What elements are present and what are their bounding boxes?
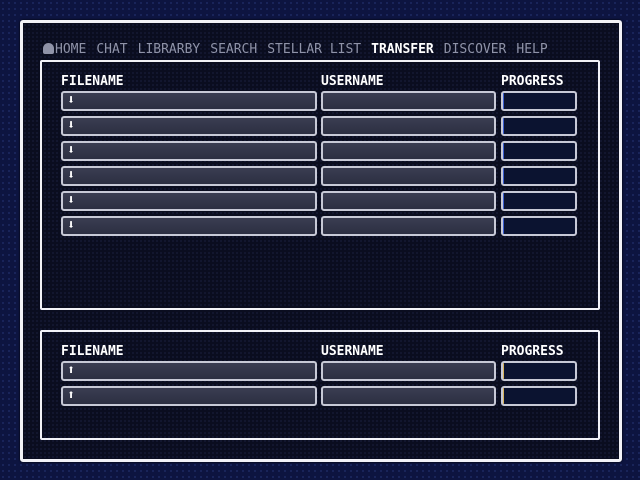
progress-bar [501,386,577,406]
arrow-up-icon: ⬆ [67,363,75,378]
filename-cell[interactable]: ⬇ [61,191,317,211]
username-cell[interactable] [321,216,496,236]
filename-cell[interactable]: ⬇ [61,116,317,136]
progress-fill [503,193,504,209]
menu-item-help[interactable]: HELP [516,42,547,57]
menu-item-discover[interactable]: DISCOVER [444,42,507,57]
menu-item-library[interactable]: LIBRARBY [138,42,201,57]
transfer-row[interactable]: ⬇ [61,166,579,186]
username-cell[interactable] [321,91,496,111]
transfer-row[interactable]: ⬆ [61,386,579,406]
progress-fill [503,143,504,159]
menu-item-search[interactable]: SEARCH [210,42,257,57]
progress-fill [503,93,504,109]
filename-cell[interactable]: ⬆ [61,361,317,381]
progress-bar [501,216,577,236]
filename-cell[interactable]: ⬇ [61,91,317,111]
arrow-down-icon: ⬇ [67,193,75,208]
arrow-down-icon: ⬇ [67,93,75,108]
filename-cell[interactable]: ⬇ [61,166,317,186]
downloads-panel: FILENAME USERNAME PROGRESS ⬇ ⬇ ⬇ ⬇ ⬇ ⬇ [40,60,600,310]
arrow-down-icon: ⬇ [67,118,75,133]
username-column-header: USERNAME [321,344,384,359]
uploads-panel: FILENAME USERNAME PROGRESS ⬆ ⬆ [40,330,600,440]
username-cell[interactable] [321,116,496,136]
progress-fill [503,168,504,184]
transfer-window: HOME CHAT LIBRARBY SEARCH STELLAR LIST T… [20,20,622,462]
username-column-header: USERNAME [321,74,384,89]
username-cell[interactable] [321,141,496,161]
filename-cell[interactable]: ⬆ [61,386,317,406]
filename-cell[interactable]: ⬇ [61,216,317,236]
filename-column-header: FILENAME [61,344,124,359]
menu-item-label: HOME [55,41,87,57]
progress-column-header: PROGRESS [501,344,564,359]
filename-cell[interactable]: ⬇ [61,141,317,161]
menu-item-chat[interactable]: CHAT [96,42,127,57]
username-cell[interactable] [321,191,496,211]
progress-fill [503,388,504,404]
home-icon [43,42,54,54]
arrow-down-icon: ⬇ [67,168,75,183]
transfer-row[interactable]: ⬇ [61,141,579,161]
transfer-row[interactable]: ⬇ [61,116,579,136]
menu-item-transfer[interactable]: TRANSFER [371,42,434,57]
progress-fill [503,118,504,134]
filename-column-header: FILENAME [61,74,124,89]
progress-bar [501,191,577,211]
username-cell[interactable] [321,166,496,186]
arrow-down-icon: ⬇ [67,218,75,233]
progress-bar [501,361,577,381]
username-cell[interactable] [321,386,496,406]
transfer-row[interactable]: ⬆ [61,361,579,381]
progress-fill [503,218,504,234]
transfer-row[interactable]: ⬇ [61,91,579,111]
progress-bar [501,166,577,186]
transfer-row[interactable]: ⬇ [61,191,579,211]
progress-fill [503,363,504,379]
username-cell[interactable] [321,361,496,381]
main-menu: HOME CHAT LIBRARBY SEARCH STELLAR LIST T… [43,41,558,57]
progress-bar [501,141,577,161]
transfer-row[interactable]: ⬇ [61,216,579,236]
progress-bar [501,116,577,136]
arrow-down-icon: ⬇ [67,143,75,158]
arrow-up-icon: ⬆ [67,388,75,403]
progress-bar [501,91,577,111]
menu-item-stellar-list[interactable]: STELLAR LIST [267,42,361,57]
progress-column-header: PROGRESS [501,74,564,89]
menu-item-home[interactable]: HOME [43,42,86,57]
